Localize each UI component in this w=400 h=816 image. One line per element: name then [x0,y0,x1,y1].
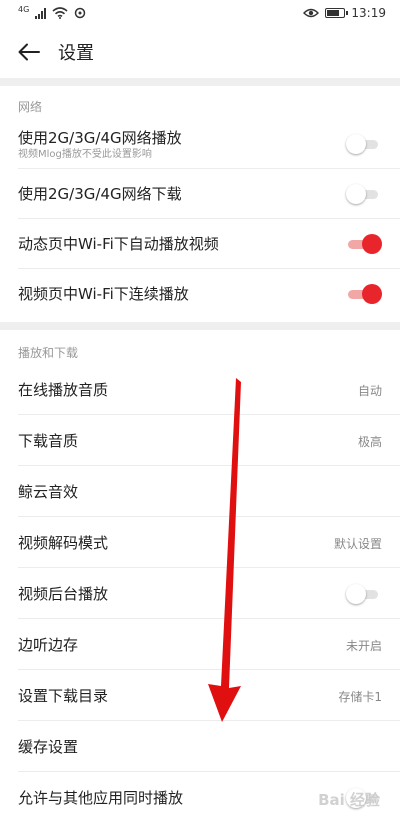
settings-row-background-play[interactable]: 视频后台播放 [0,569,400,619]
row-label: 设置下载目录 [18,687,109,705]
row-label: 使用2G/3G/4G网络下载 [18,185,182,203]
eye-icon [303,8,320,18]
row-label: 允许与其他应用同时播放 [18,789,184,807]
feed-autoplay-toggle[interactable] [346,233,382,255]
settings-row-cache[interactable]: 缓存设置 [0,722,400,772]
row-label: 下载音质 [18,432,79,450]
page-title: 设置 [58,43,94,64]
back-button[interactable] [0,26,58,78]
status-right: 13:19 [303,6,386,20]
row-value: 极高 [357,434,382,449]
row-label: 鲸云音效 [18,483,79,501]
video-continuous-toggle[interactable] [346,283,382,305]
background-play-toggle[interactable] [346,583,382,605]
row-value: 自动 [357,383,382,398]
row-label: 动态页中Wi-Fi下自动播放视频 [18,235,219,253]
wifi-icon [52,7,68,19]
settings-row-mobile-download[interactable]: 使用2G/3G/4G网络下载 [0,169,400,219]
settings-row-download-quality[interactable]: 下载音质 极高 [0,416,400,466]
watermark: Bai 经验 [318,791,380,809]
section-title-network: 网络 [18,100,43,114]
mobile-play-toggle[interactable] [346,133,382,155]
settings-row-sound-effect[interactable]: 鲸云音效 [0,467,400,517]
section-gap [0,322,400,330]
settings-row-download-dir[interactable]: 设置下载目录 存储卡1 [0,671,400,721]
row-value: 默认设置 [333,536,382,551]
row-label: 边听边存 [18,636,79,654]
status-bar: 4G 13:19 [0,0,400,26]
settings-row-decode-mode[interactable]: 视频解码模式 默认设置 [0,518,400,568]
row-label: 视频页中Wi-Fi下连续播放 [18,285,189,303]
settings-row-online-quality[interactable]: 在线播放音质 自动 [0,365,400,415]
section-gap [0,78,400,86]
mobile-download-toggle[interactable] [346,183,382,205]
row-value: 未开启 [345,638,382,653]
row-label: 视频解码模式 [18,534,109,552]
settings-row-mobile-play[interactable]: 使用2G/3G/4G网络播放 视频Mlog播放不受此设置影响 [0,119,400,169]
sync-icon [75,7,86,19]
status-left: 4G [18,5,86,19]
row-value: 存储卡1 [338,689,382,704]
app-header: 设置 [0,26,400,78]
settings-row-listen-save[interactable]: 边听边存 未开启 [0,620,400,670]
settings-row-video-continuous[interactable]: 视频页中Wi-Fi下连续播放 [0,269,400,319]
status-time: 13:19 [351,6,386,20]
section-title-playback: 播放和下载 [18,346,79,360]
row-label: 在线播放音质 [18,381,109,399]
battery-icon [325,8,349,18]
back-arrow-icon [18,43,40,61]
row-label: 缓存设置 [18,738,79,756]
row-label: 使用2G/3G/4G网络播放 [18,128,182,147]
network-type-label: 4G [18,5,30,14]
signal-icon [35,7,47,19]
row-sublabel: 视频Mlog播放不受此设置影响 [18,148,152,160]
row-label: 视频后台播放 [18,585,109,603]
settings-row-feed-autoplay[interactable]: 动态页中Wi-Fi下自动播放视频 [0,219,400,269]
